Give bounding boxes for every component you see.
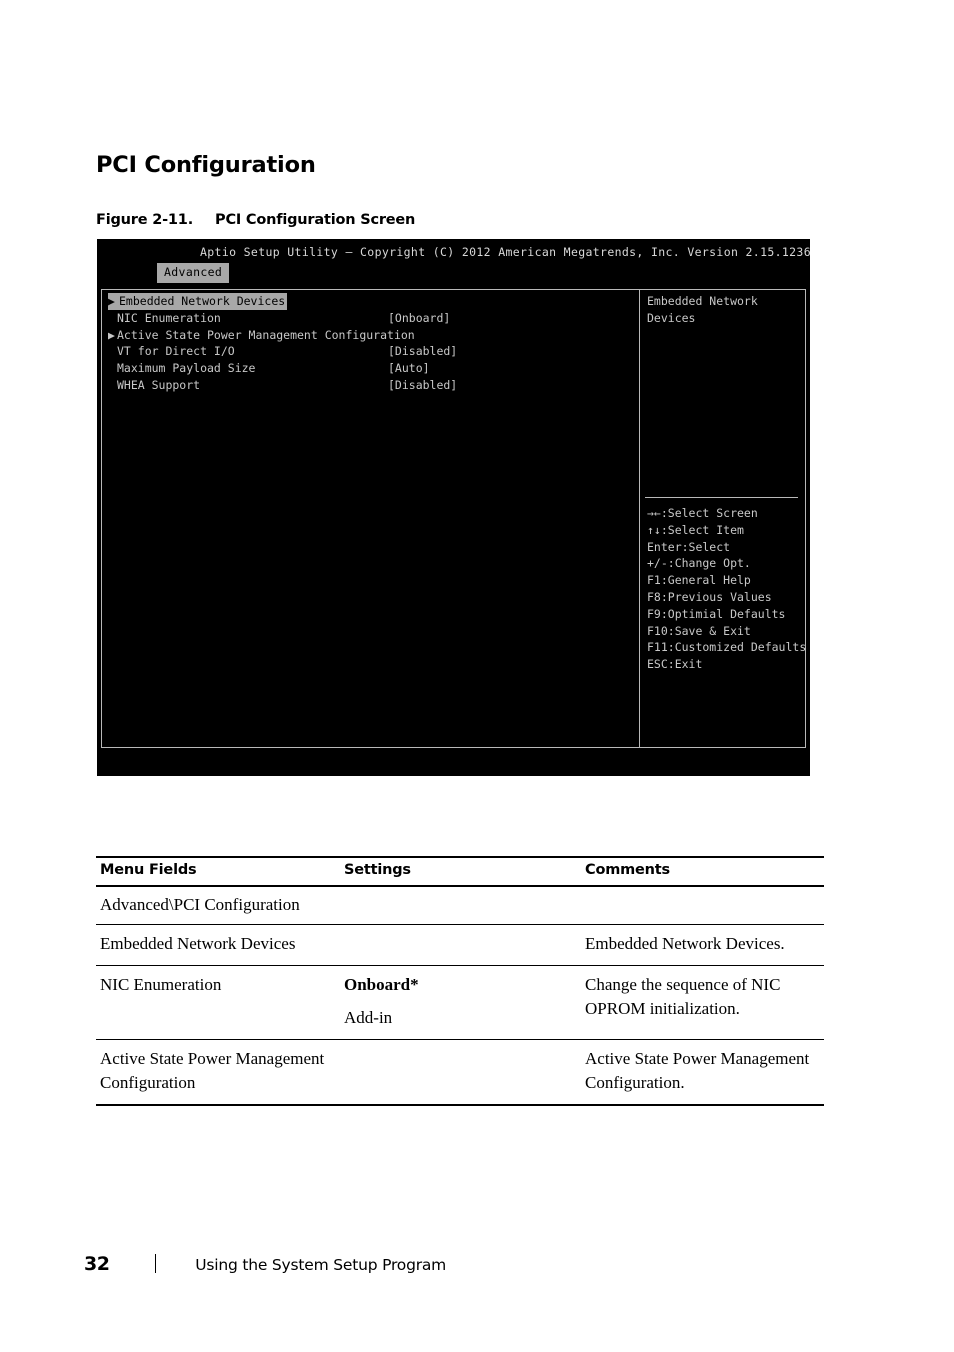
help-description-line: Devices [647, 310, 696, 325]
menu-item-value[interactable]: [Onboard] [388, 310, 450, 327]
column-header-comments: Comments [581, 856, 824, 887]
help-panel-separator [645, 497, 798, 498]
cell-comment: Embedded Network Devices. [581, 924, 824, 966]
submenu-arrow-icon: ▶ [108, 327, 115, 342]
submenu-arrow-icon: ▶ [108, 293, 117, 310]
cell-menu-field: NIC Enumeration [96, 965, 340, 1040]
cell-settings [340, 1039, 581, 1106]
menu-item-label: Embedded Network Devices [117, 293, 288, 310]
menu-item-maximum-payload-size[interactable]: Maximum Payload Size [Auto] [102, 360, 639, 377]
figure-number: Figure 2-11. [96, 212, 194, 228]
menu-item-nic-enumeration[interactable]: NIC Enumeration [Onboard] [102, 310, 639, 327]
footer-divider [154, 1254, 157, 1273]
column-header-settings: Settings [340, 856, 581, 887]
figure-title: PCI Configuration Screen [215, 212, 416, 228]
key-legend-change-opt: +/-:Change Opt. [647, 556, 751, 571]
table-section-row: Advanced\PCI Configuration [96, 886, 824, 925]
footer-section-label: Using the System Setup Program [195, 1256, 447, 1274]
page-footer: 32 Using the System Setup Program [84, 1253, 446, 1275]
menu-item-label: Maximum Payload Size [117, 361, 256, 376]
menu-item-active-state-power-management-configuration[interactable]: ▶ Active State Power Management Configura… [102, 327, 639, 344]
table-section-label: Advanced\PCI Configuration [96, 886, 824, 925]
key-legend-save-and-exit: F10:Save & Exit [647, 623, 751, 638]
cell-comment: Active State Power Management Configurat… [581, 1039, 824, 1106]
bios-key-legend: →←:Select Screen ↑↓:Select Item Enter:Se… [647, 505, 806, 673]
cell-menu-field: Embedded Network Devices [96, 924, 340, 966]
page-title: PCI Configuration [96, 152, 316, 178]
table-header-row: Menu Fields Settings Comments [96, 856, 824, 887]
key-legend-esc-exit: ESC:Exit [647, 657, 703, 672]
cell-comment: Change the sequence of NIC OPROM initial… [581, 965, 824, 1040]
setting-primary: Onboard* [344, 975, 419, 994]
menu-item-whea-support[interactable]: WHEA Support [Disabled] [102, 377, 639, 394]
menu-item-vt-for-direct-io[interactable]: VT for Direct I/O [Disabled] [102, 343, 639, 360]
key-legend-optimial-defaults: F9:Optimial Defaults [647, 606, 786, 621]
menu-item-label: WHEA Support [117, 377, 201, 392]
menu-item-label: Active State Power Management Configurat… [117, 327, 415, 342]
bios-menu-list: ▶ Embedded Network Devices NIC Enumeratio… [102, 290, 639, 747]
key-legend-previous-values: F8:Previous Values [647, 589, 772, 604]
cell-settings: Onboard* Add-in [340, 965, 581, 1040]
table-row: Embedded Network Devices Embedded Networ… [96, 924, 824, 966]
setting-alternate: Add-in [344, 1008, 393, 1027]
key-legend-select-screen: →←:Select Screen [647, 506, 758, 520]
cell-menu-field: Active State Power Management Configurat… [96, 1039, 340, 1106]
table-row: NIC Enumeration Onboard* Add-in Change t… [96, 965, 824, 1040]
bios-tab-strip: Advanced [157, 263, 230, 283]
menu-item-label: VT for Direct I/O [117, 344, 235, 359]
column-header-menu-fields: Menu Fields [96, 856, 340, 887]
footer-page-number: 32 [84, 1253, 110, 1275]
menu-fields-reference-table: Menu Fields Settings Comments Advanced\P… [96, 856, 824, 1106]
bios-help-panel: Embedded Network Devices →←:Select Scree… [640, 290, 806, 747]
menu-item-value[interactable]: [Disabled] [388, 343, 457, 360]
key-legend-select-item: ↑↓:Select Item [647, 522, 744, 537]
bios-setup-screenshot: Aptio Setup Utility – Copyright (C) 2012… [97, 239, 810, 776]
menu-item-embedded-network-devices[interactable]: ▶ Embedded Network Devices [102, 293, 639, 310]
help-description-line: Embedded Network [647, 294, 758, 308]
key-legend-customized-defaults: F11:Customized Defaults [647, 640, 807, 655]
table-row: Active State Power Management Configurat… [96, 1039, 824, 1106]
cell-settings [340, 924, 581, 966]
tab-advanced[interactable]: Advanced [157, 263, 230, 283]
key-legend-general-help: F1:General Help [647, 573, 751, 588]
key-legend-enter-select: Enter:Select [647, 539, 731, 554]
bios-titlebar: Aptio Setup Utility – Copyright (C) 2012… [200, 245, 810, 259]
menu-item-value[interactable]: [Disabled] [388, 377, 457, 394]
menu-item-label: NIC Enumeration [117, 310, 221, 325]
menu-item-value[interactable]: [Auto] [388, 360, 430, 377]
bios-content-frame: ▶ Embedded Network Devices NIC Enumeratio… [101, 289, 806, 748]
figure-caption: Figure 2-11. PCI Configuration Screen [96, 212, 415, 228]
